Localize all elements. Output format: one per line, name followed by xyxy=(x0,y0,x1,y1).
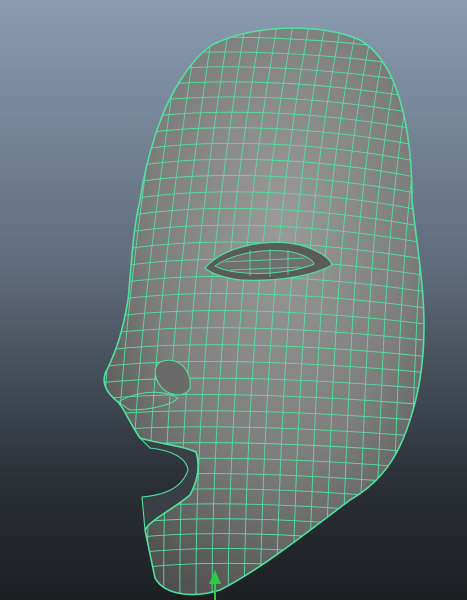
viewport-canvas[interactable] xyxy=(0,0,467,600)
wire-edge-horizontal xyxy=(104,562,425,583)
head-mesh[interactable] xyxy=(90,20,454,600)
3d-viewport[interactable] xyxy=(0,0,467,600)
